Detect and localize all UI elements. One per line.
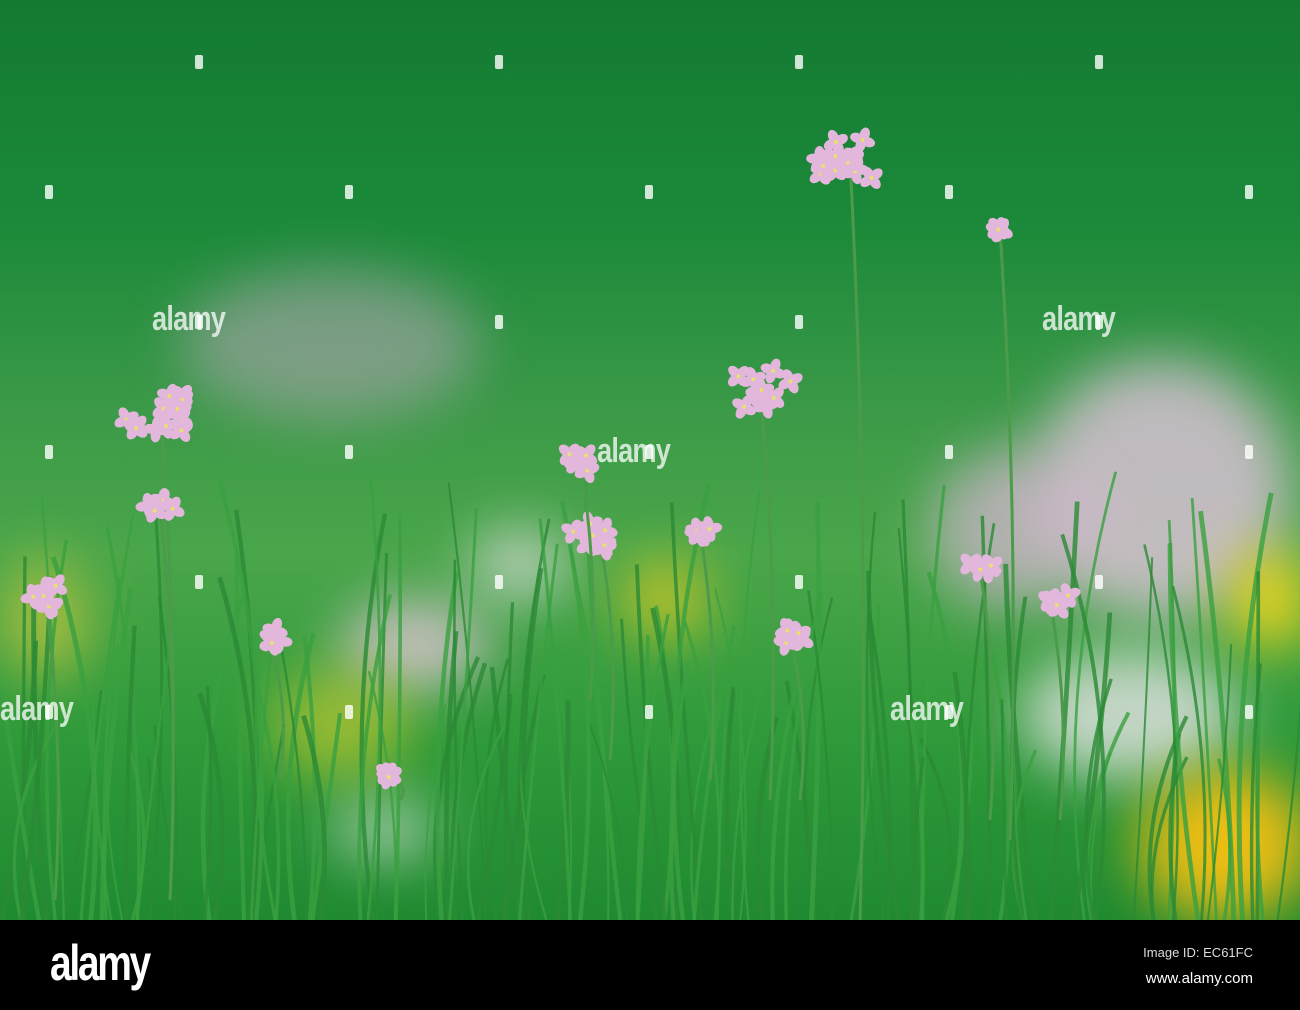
flower-center (591, 534, 595, 538)
grass-blade (1051, 502, 1077, 920)
flower-center (602, 543, 606, 547)
watermark-mark (495, 575, 503, 589)
flower-center (751, 377, 755, 381)
watermark-mark (345, 185, 353, 199)
watermark-mark (45, 185, 53, 199)
flower-center (164, 424, 168, 428)
watermark-text: alamy (152, 300, 225, 339)
watermark-mark (645, 445, 653, 459)
flower-center (833, 154, 837, 158)
grass-blade (1075, 472, 1116, 920)
watermark-mark (795, 55, 803, 69)
watermark-mark (945, 705, 953, 719)
grass-blade (313, 713, 341, 920)
flower-center (270, 641, 274, 645)
meadow-photo: alamy alamy alamy alamy alamy (0, 0, 1300, 920)
flower-center (759, 388, 763, 392)
watermark-mark (945, 185, 953, 199)
watermark-text: alamy (597, 432, 670, 471)
alamy-logo[interactable]: alamy (50, 934, 149, 992)
flower-center (167, 394, 171, 398)
flower-center (387, 775, 391, 779)
flower-center (42, 594, 46, 598)
flower-center (54, 584, 58, 588)
flower-center (736, 374, 740, 378)
grass-blade (150, 499, 162, 920)
flower-center (785, 628, 789, 632)
flower-center (603, 528, 607, 532)
flower-center (978, 567, 982, 571)
flower-center (568, 452, 572, 456)
watermark-mark (645, 185, 653, 199)
flower-center (179, 428, 183, 432)
watermark-mark (1245, 705, 1253, 719)
flower-center (996, 228, 1000, 232)
watermark-mark (195, 575, 203, 589)
watermark-mark (45, 705, 53, 719)
flower-center (171, 507, 175, 511)
flower-stem (1050, 600, 1063, 820)
flower-center (584, 453, 588, 457)
grass-blade (23, 556, 25, 920)
watermark-mark (1095, 575, 1103, 589)
grass-blade (811, 502, 819, 920)
watermark-mark (1245, 445, 1253, 459)
flower-center (834, 140, 838, 144)
flower-center (585, 469, 589, 473)
watermark-mark (645, 705, 653, 719)
watermark-mark (495, 315, 503, 329)
grass-blade (1150, 716, 1187, 920)
flower-center (789, 379, 793, 383)
flower-center (742, 405, 746, 409)
site-url[interactable]: www.alamy.com (1146, 970, 1253, 987)
flower-center (571, 530, 575, 534)
watermark-mark (1095, 55, 1103, 69)
watermark-mark (345, 705, 353, 719)
flower-center (153, 509, 157, 513)
image-id: Image ID: EC61FC (1143, 945, 1253, 960)
flower-center (707, 527, 711, 531)
flower-center (989, 564, 993, 568)
flower-center (821, 164, 825, 168)
watermark-mark (195, 315, 203, 329)
watermark-mark (795, 315, 803, 329)
watermark-text: alamy (1042, 300, 1115, 339)
flower-center (175, 407, 179, 411)
watermark-mark (345, 445, 353, 459)
grass-blade (396, 514, 400, 920)
flower-stem (760, 390, 773, 800)
watermark-mark (945, 445, 953, 459)
watermark-text: alamy (0, 690, 73, 729)
watermark-mark (195, 55, 203, 69)
flower-center (1055, 603, 1059, 607)
flower-center (869, 176, 873, 180)
watermark-mark (495, 55, 503, 69)
flower-center (772, 396, 776, 400)
flower-center (771, 369, 775, 373)
flower-center (861, 138, 865, 142)
footer-bar: alamy Image ID: EC61FC www.alamy.com (0, 920, 1300, 1010)
grass-blade (137, 611, 174, 920)
flower-stem (850, 160, 863, 920)
watermark-mark (45, 445, 53, 459)
grass-blade (1278, 521, 1300, 920)
watermark-mark (795, 575, 803, 589)
watermark-mark (1095, 315, 1103, 329)
watermark-mark (1245, 185, 1253, 199)
flower-center (134, 426, 138, 430)
